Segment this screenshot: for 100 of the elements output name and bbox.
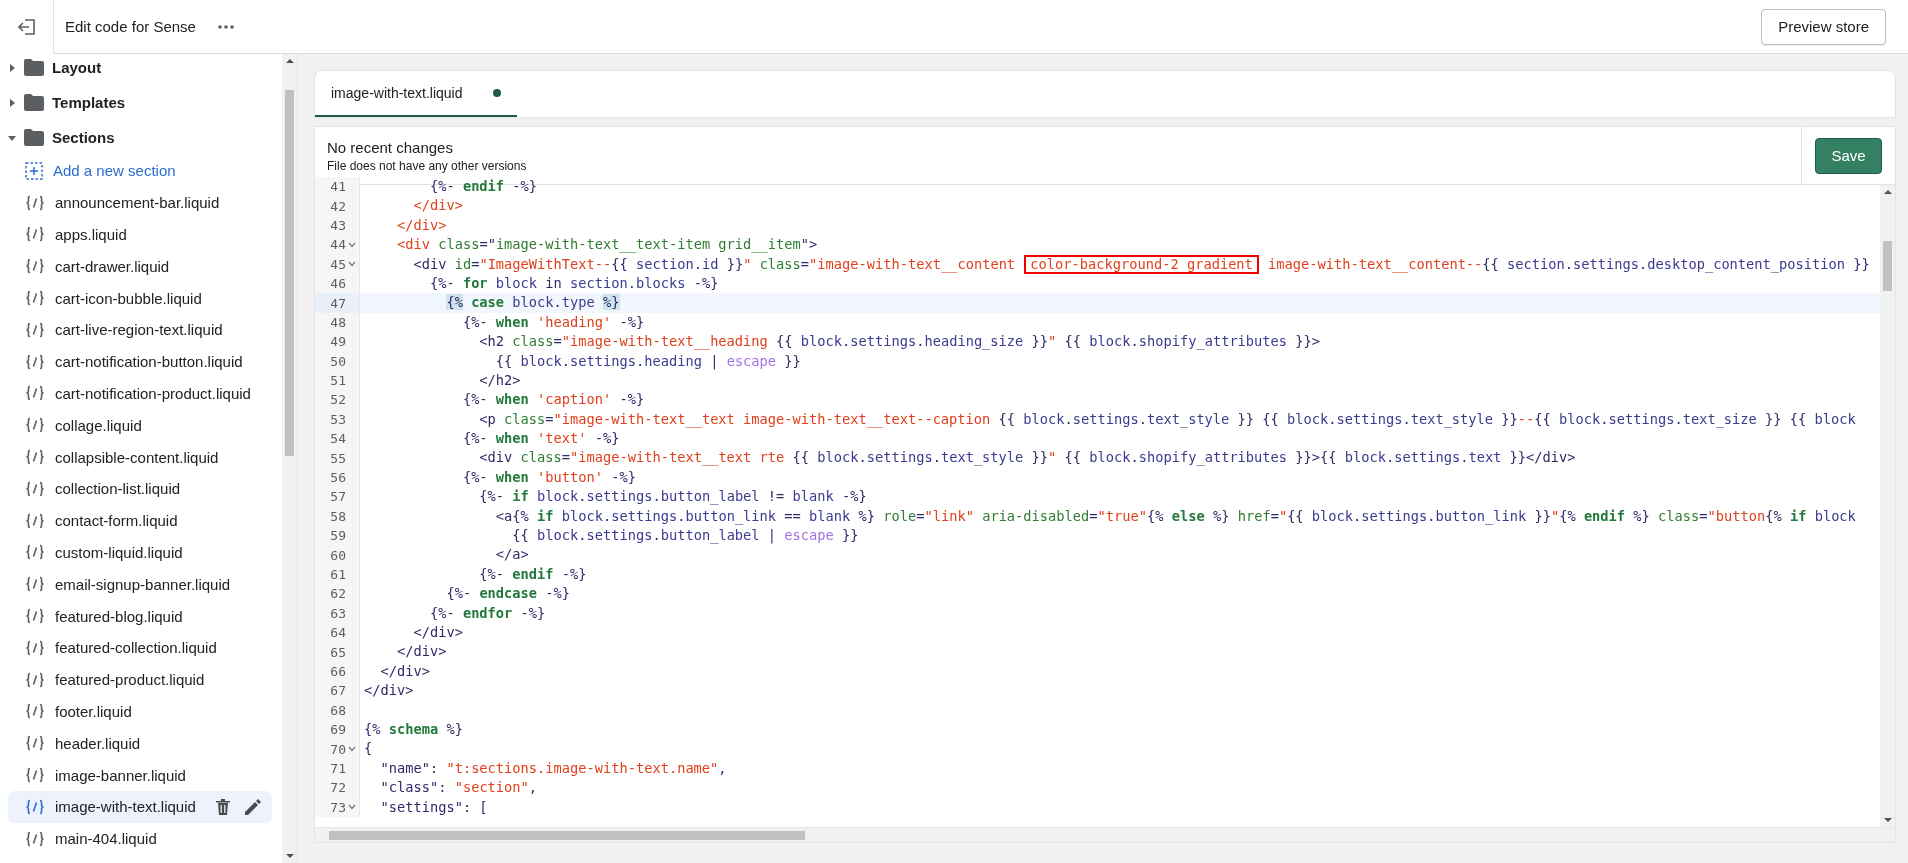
file-item[interactable]: featured-product.liquid	[8, 663, 272, 696]
code-file-icon	[25, 321, 45, 338]
code-file-icon	[25, 576, 45, 593]
add-section-link[interactable]: Add a new section	[53, 162, 176, 180]
line-number: 56	[330, 470, 346, 486]
file-item[interactable]: image-with-text.liquid	[8, 790, 272, 823]
folder-icon	[24, 59, 44, 76]
code-file-icon	[25, 449, 45, 466]
code-file-icon	[25, 512, 45, 529]
file-item[interactable]: announcement-bar.liquid	[8, 186, 272, 219]
line-number: 72	[330, 780, 346, 796]
code-line: </h2>	[478, 370, 521, 390]
code-file-icon	[25, 735, 45, 752]
code-line: <p class="image-with-text__text image-with-text__text--caption {{ block.settings.text_style }} {{ block.settings.text_style }}--{{ block.settings.text_size }} {{ block	[478, 409, 1856, 430]
line-number: 59	[330, 528, 346, 544]
code-file-icon	[25, 226, 45, 243]
code-line: {%- when 'text' -%}	[461, 429, 620, 449]
line-number: 54	[330, 431, 346, 447]
code-file-icon	[25, 639, 45, 656]
line-number: 66	[330, 663, 346, 679]
line-number: 43	[330, 217, 346, 233]
code-line: </div>	[363, 681, 414, 701]
caret-icon[interactable]	[8, 133, 16, 142]
file-item[interactable]: cart-drawer.liquid	[8, 250, 272, 283]
code-line: {% case block.type %}	[445, 293, 620, 313]
code-line: {%- endif -%}	[478, 564, 587, 584]
fold-icon[interactable]	[347, 804, 356, 811]
more-icon	[217, 24, 234, 29]
exit-button[interactable]	[0, 0, 54, 54]
file-item[interactable]: main-404.liquid	[8, 822, 272, 855]
fold-icon[interactable]	[347, 241, 356, 248]
code-file-icon	[25, 258, 45, 275]
code-line: {%- when 'caption' -%}	[461, 390, 645, 410]
file-item[interactable]: apps.liquid	[8, 218, 272, 251]
folder-icon	[24, 129, 44, 146]
line-number: 70	[330, 741, 346, 757]
file-item[interactable]: contact-form.liquid	[8, 504, 272, 537]
code-file-icon	[25, 798, 45, 815]
code-line: {%- endif -%}	[428, 177, 538, 196]
code-file-icon	[25, 194, 45, 211]
file-item[interactable]: collage.liquid	[8, 409, 272, 442]
code-line: {%- if block.settings.button_label != blank -%}	[478, 487, 867, 507]
page-title: Edit code for Sense	[65, 18, 196, 35]
fold-icon[interactable]	[347, 261, 356, 268]
preview-store-button[interactable]: Preview store	[1761, 8, 1886, 45]
code-line: {%- when 'heading' -%}	[461, 312, 645, 332]
scrollbar-thumb[interactable]	[329, 830, 805, 840]
file-item[interactable]: cart-notification-product.liquid	[8, 377, 272, 410]
caret-icon[interactable]	[8, 98, 16, 107]
file-tab[interactable]: image-with-text.liquid	[315, 71, 517, 117]
file-item[interactable]: featured-collection.liquid	[8, 631, 272, 664]
save-button[interactable]: Save	[1815, 137, 1882, 174]
file-item[interactable]: custom-liquid.liquid	[8, 536, 272, 569]
folder-name[interactable]: Layout	[52, 59, 102, 76]
code-line: </div>	[412, 196, 463, 216]
line-number: 55	[330, 450, 346, 466]
rename-button[interactable]	[243, 796, 264, 818]
line-number: 64	[330, 625, 346, 641]
line-number: 47	[330, 295, 346, 311]
line-number: 52	[330, 392, 346, 408]
file-item[interactable]: cart-live-region-text.liquid	[8, 314, 272, 346]
code-line: <div id="ImageWithText--{{ section.id }}" class="image-with-text__content color-background-2 gradient image-with-text__content--{{ section.settings.desktop_content_position }}	[412, 254, 1870, 274]
code-line: </div>	[395, 215, 447, 235]
line-number: 41	[330, 179, 346, 195]
code-file-icon	[25, 385, 45, 402]
code-line: </div>	[412, 623, 463, 642]
code-line: "settings": [	[379, 797, 488, 817]
file-item[interactable]: image-banner.liquid	[8, 759, 272, 791]
caret-icon[interactable]	[8, 63, 16, 72]
file-item[interactable]: featured-blog.liquid	[8, 600, 272, 632]
file-item[interactable]: footer.liquid	[8, 695, 272, 728]
code-line: </a>	[494, 545, 529, 565]
file-item[interactable]: cart-notification-button.liquid	[8, 345, 272, 378]
code-line: </div>	[395, 642, 447, 662]
line-number: 60	[330, 547, 346, 563]
file-item[interactable]: collapsible-content.liquid	[8, 441, 272, 473]
delete-button[interactable]	[213, 796, 233, 818]
file-item[interactable]: cart-icon-bubble.liquid	[8, 282, 272, 314]
code-file-icon	[25, 767, 45, 784]
scrollbar-thumb[interactable]	[1883, 241, 1892, 291]
file-item[interactable]: header.liquid	[8, 727, 272, 760]
code-file-icon	[25, 480, 45, 497]
folder-name[interactable]: Templates	[52, 94, 126, 111]
folder-name[interactable]: Sections	[52, 129, 115, 146]
fold-icon[interactable]	[347, 746, 356, 752]
line-number: 69	[330, 722, 346, 738]
code-line: {%- endfor -%}	[428, 603, 546, 623]
line-number: 57	[330, 489, 346, 505]
line-number: 50	[330, 353, 346, 369]
code-line: {%- when 'button' -%}	[461, 467, 636, 487]
line-number: 51	[330, 373, 346, 389]
code-file-icon	[25, 703, 45, 720]
line-number: 42	[330, 198, 346, 214]
file-item[interactable]: email-signup-banner.liquid	[8, 568, 272, 601]
code-line: "class": "section",	[379, 778, 538, 798]
code-line: {{ block.settings.heading | escape }}	[494, 351, 801, 371]
scrollbar-thumb[interactable]	[285, 90, 294, 456]
line-number: 44	[330, 237, 346, 253]
file-item[interactable]: collection-list.liquid	[8, 472, 272, 505]
line-number: 61	[330, 567, 346, 582]
